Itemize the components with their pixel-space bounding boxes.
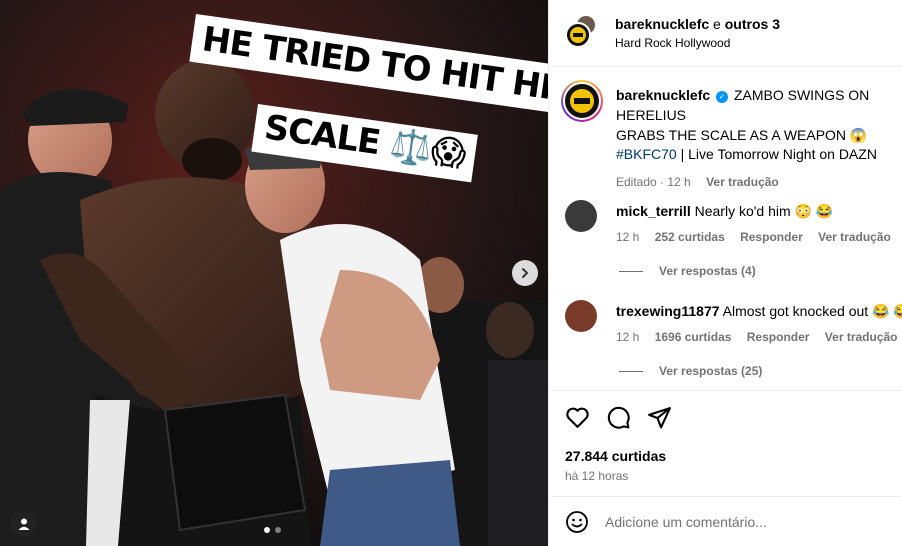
heart-icon[interactable] [565, 405, 590, 430]
next-slide-button[interactable] [512, 260, 538, 286]
comment-username[interactable]: trexewing11877 [616, 303, 720, 319]
header-accounts[interactable]: bareknucklefc e outros 3 [615, 16, 780, 32]
comment-icon[interactable] [606, 405, 631, 430]
view-replies-label[interactable]: Ver respostas (25) [659, 364, 762, 378]
bkfc-logo-icon [570, 89, 594, 113]
comment-time: 12 h [616, 330, 640, 344]
header-others[interactable]: outros 3 [725, 16, 780, 32]
caption-text: bareknucklefc ✓ ZAMBO SWINGS ON HERELIUS… [616, 85, 902, 145]
comment-body: trexewing11877 Almost got knocked out 😂 … [616, 303, 902, 320]
caption-username[interactable]: bareknucklefc [616, 87, 710, 103]
post-photo [0, 0, 548, 546]
verified-badge-icon: ✓ [716, 91, 729, 103]
caption-line2-rest: | Live Tomorrow Night on DAZN [676, 146, 877, 162]
caption-avatar[interactable] [561, 80, 603, 122]
comment-body: mick_terrill Nearly ko'd him 😳 😂 [616, 203, 833, 220]
replies-divider [619, 270, 643, 272]
comment-meta: 12 h 252 curtidas Responder Ver tradução [616, 230, 902, 244]
view-replies-button[interactable]: Ver respostas (4) [619, 264, 756, 278]
caption-translate-link[interactable]: Ver tradução [706, 175, 779, 189]
account-avatar[interactable] [565, 22, 591, 48]
comment-input[interactable] [605, 511, 885, 533]
tagged-users-button[interactable] [10, 510, 37, 537]
header-account-name[interactable]: bareknucklefc [615, 16, 709, 32]
post-timestamp[interactable]: há 12 horas [565, 469, 628, 483]
comment-username[interactable]: mick_terrill [616, 203, 691, 219]
comment-translate-link[interactable]: Ver tradução [818, 230, 891, 244]
post-header: bareknucklefc e outros 3 Hard Rock Holly… [549, 0, 902, 67]
post-actions: 27.844 curtidas há 12 horas [549, 390, 902, 496]
post-media[interactable]: HE TRIED TO HIT HIM WITH THE SCALE ⚖️😱 [0, 0, 548, 546]
comment-text: Almost got knocked out 😂 😂 [722, 303, 902, 319]
user-icon [18, 518, 29, 530]
comment-likes[interactable]: 1696 curtidas [655, 330, 732, 344]
add-comment-bar [549, 496, 902, 546]
replies-divider [619, 370, 643, 372]
comment-reply-button[interactable]: Responder [747, 330, 810, 344]
chevron-right-icon [522, 268, 528, 278]
caption-line2: GRABS THE SCALE AS A WEAPON 😱 [616, 127, 868, 143]
comment-avatar[interactable] [565, 300, 597, 332]
view-replies-label[interactable]: Ver respostas (4) [659, 264, 756, 278]
comment-text: Nearly ko'd him 😳 😂 [694, 203, 834, 219]
slide-indicator [264, 527, 281, 533]
comment-translate-link[interactable]: Ver tradução [825, 330, 898, 344]
hashtag-link[interactable]: #BKFC70 [616, 146, 677, 162]
likes-count[interactable]: 27.844 curtidas [565, 448, 666, 464]
action-icons [565, 405, 672, 430]
slide-dot [264, 527, 270, 533]
bkfc-logo-icon [570, 27, 586, 43]
caption-edited: Editado · 12 h [616, 175, 691, 189]
post-details-panel: bareknucklefc e outros 3 Hard Rock Holly… [548, 0, 902, 546]
comment-avatar[interactable] [565, 200, 597, 232]
emoji-icon[interactable] [565, 510, 589, 534]
view-replies-button[interactable]: Ver respostas (25) [619, 364, 762, 378]
share-icon[interactable] [647, 405, 672, 430]
comment-likes[interactable]: 252 curtidas [655, 230, 725, 244]
comments-section: bareknucklefc ✓ ZAMBO SWINGS ON HERELIUS… [549, 68, 902, 390]
caption-hashtag-line: #BKFC70 | Live Tomorrow Night on DAZN [616, 146, 877, 162]
comment-reply-button[interactable]: Responder [740, 230, 803, 244]
slide-dot [275, 527, 281, 533]
comment-meta: 12 h 1696 curtidas Responder Ver traduçã… [616, 330, 902, 344]
caption-meta: Editado · 12 h Ver tradução [616, 175, 791, 189]
header-location[interactable]: Hard Rock Hollywood [615, 36, 730, 50]
header-connector: e [709, 16, 725, 32]
comment-time: 12 h [616, 230, 640, 244]
